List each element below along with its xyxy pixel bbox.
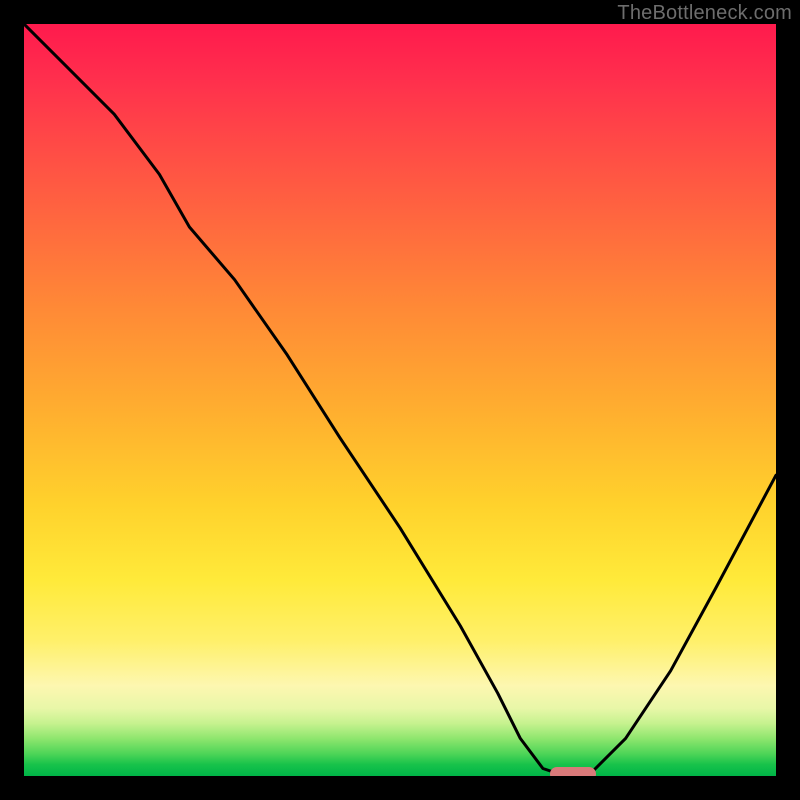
plot-area	[24, 24, 776, 776]
watermark-text: TheBottleneck.com	[617, 2, 792, 25]
bottleneck-curve	[24, 24, 776, 776]
chart-frame: TheBottleneck.com	[0, 0, 800, 800]
optimum-marker	[550, 767, 595, 776]
